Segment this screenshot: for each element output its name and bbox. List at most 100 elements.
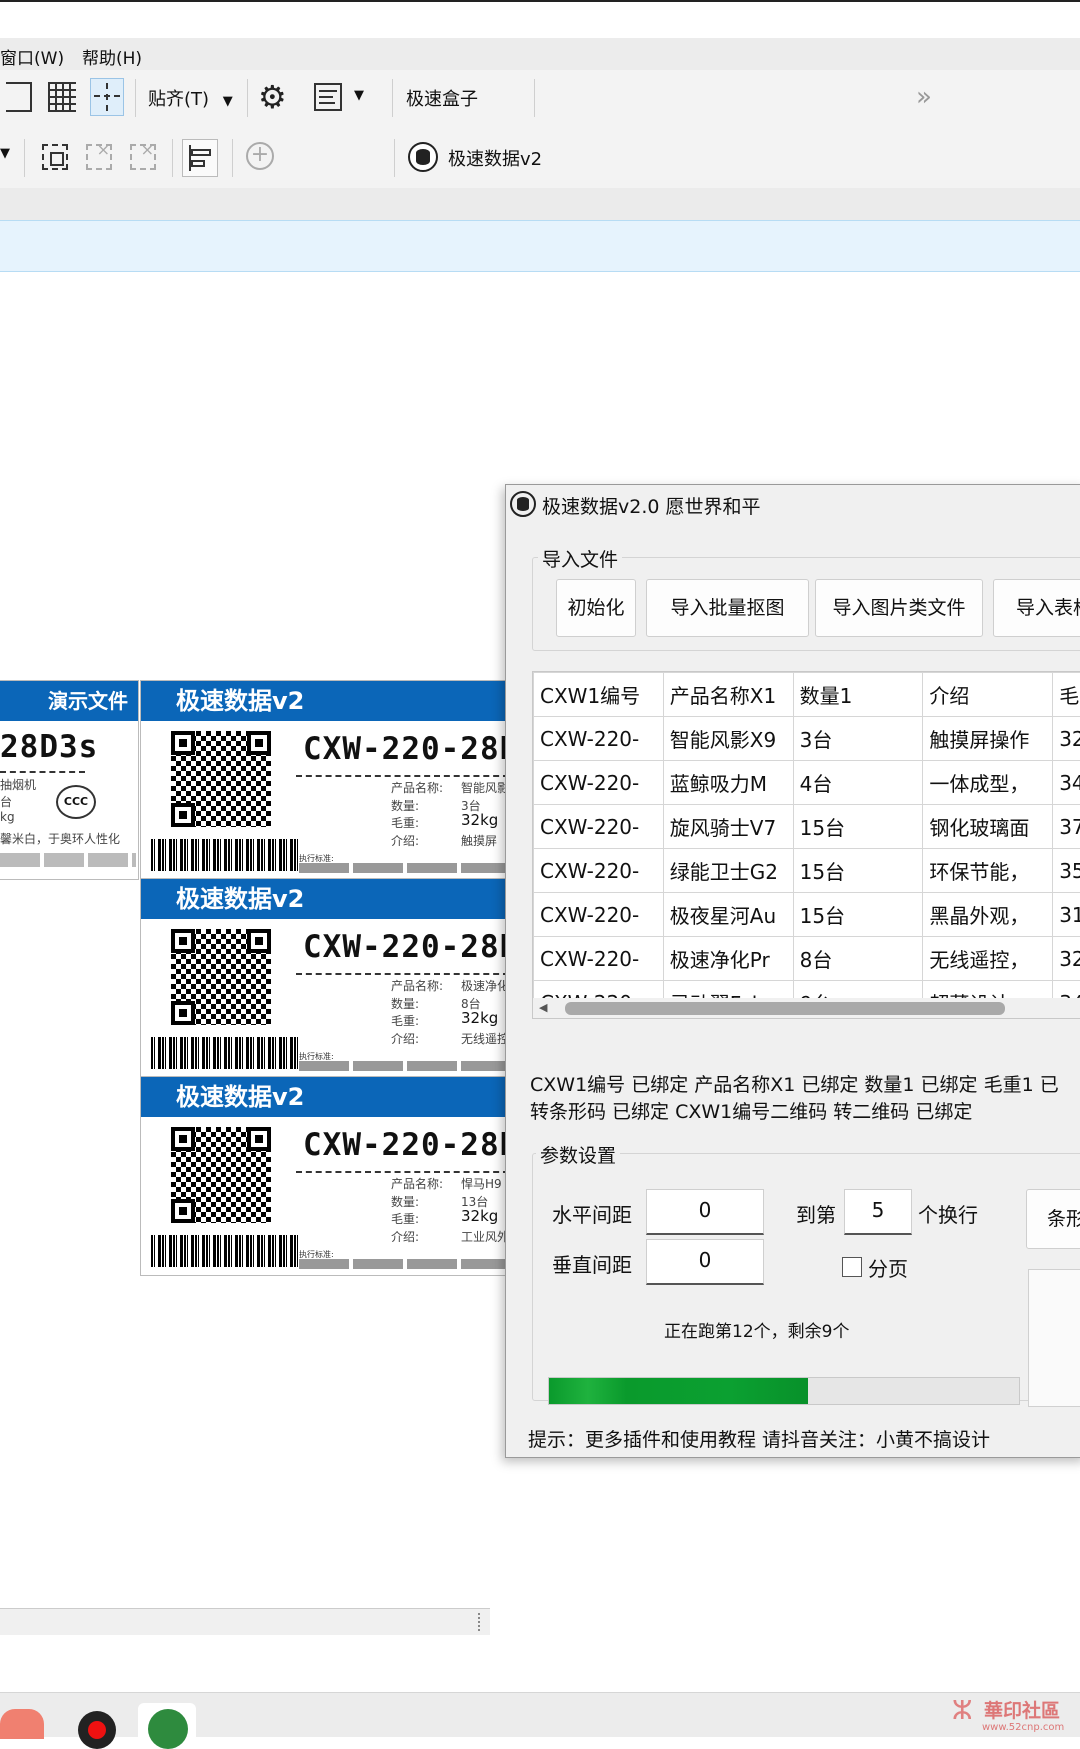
table-row[interactable]: CXW-220-绿能卫士G215台环保节能，35.5kg — [534, 849, 1080, 893]
overflow-chevron-icon[interactable]: » — [916, 82, 932, 112]
menu-window[interactable]: 窗口(W) — [0, 44, 64, 69]
table-row[interactable]: CXW-220-旋风骑士V715台钢化玻璃面37kg — [534, 805, 1080, 849]
label-key: 数量: — [391, 1193, 419, 1210]
label-value: 悍马H9 — [461, 1175, 502, 1192]
column-header[interactable]: 数量1 — [793, 673, 923, 717]
table-cell[interactable]: CXW-220- — [534, 937, 664, 981]
label-key: 产品名称: — [391, 977, 443, 994]
table-cell[interactable]: 一体成型， — [923, 761, 1053, 805]
gear-icon[interactable]: ⚙ — [258, 79, 287, 115]
table-cell[interactable]: 32kg — [1053, 937, 1080, 981]
import-image-files-button[interactable]: 导入图片类文件 — [815, 579, 983, 637]
table-cell[interactable]: 4台 — [793, 761, 923, 805]
column-header[interactable]: 毛重1 — [1053, 673, 1080, 717]
table-row[interactable]: CXW-220-极速净化Pr8台无线遥控，32kg — [534, 937, 1080, 981]
label-header: 极速数据v2 — [141, 681, 509, 721]
table-row[interactable]: CXW-220-极夜星河Au15台黑晶外观，31kg — [534, 893, 1080, 937]
resize-grip-icon[interactable] — [478, 1613, 488, 1631]
column-header[interactable]: 介绍 — [923, 673, 1053, 717]
coreldraw-icon[interactable] — [138, 1703, 196, 1743]
column-header[interactable]: CXW1编号 — [534, 673, 664, 717]
watermark-url: www.52cnp.com — [982, 1722, 1064, 1733]
table-cell[interactable]: 环保节能， — [923, 849, 1053, 893]
add-icon[interactable]: + — [246, 142, 274, 170]
table-cell[interactable]: CXW-220- — [534, 893, 664, 937]
database-icon — [510, 491, 536, 517]
table-cell[interactable]: 15台 — [793, 805, 923, 849]
app-icon[interactable] — [0, 1709, 44, 1739]
table-cell[interactable]: 15台 — [793, 849, 923, 893]
label-value: 触摸屏 — [461, 832, 497, 849]
scrollbar-thumb[interactable] — [565, 1002, 1005, 1015]
title-bar — [0, 0, 1080, 40]
init-button[interactable]: 初始化 — [556, 579, 636, 637]
table-cell[interactable]: 绿能卫士G2 — [663, 849, 793, 893]
label-key: 毛重: — [391, 1012, 419, 1029]
label-code: CXW-220-28D — [303, 929, 519, 965]
table-cell[interactable]: 3台 — [793, 717, 923, 761]
table-cell[interactable]: 15台 — [793, 893, 923, 937]
group-objects-icon[interactable] — [42, 144, 68, 170]
table-cell[interactable]: 钢化玻璃面 — [923, 805, 1053, 849]
label-card[interactable]: 极速数据v2 CXW-220-28D 产品名称: 智能风影 数量: 3台 毛重:… — [140, 680, 510, 880]
table-cell[interactable]: 31kg — [1053, 893, 1080, 937]
table-cell[interactable]: 黑晶外观， — [923, 893, 1053, 937]
canvas-scrollbar[interactable] — [0, 1608, 490, 1635]
label-card[interactable]: 极速数据v2 CXW-220-28D 产品名称: 极速净化 数量: 8台 毛重:… — [140, 878, 510, 1078]
label-card-left[interactable]: 演示文件 28D3s 抽烟机 台 kg 馨米白，于奥环人性化 CCC — [0, 680, 139, 880]
toolbar-separator — [247, 79, 248, 117]
table-cell[interactable]: 触摸屏操作 — [923, 717, 1053, 761]
guides-icon[interactable] — [90, 78, 124, 116]
table-cell[interactable]: 8台 — [793, 937, 923, 981]
plugin-data-v2-button[interactable]: 极速数据v2 — [448, 145, 542, 171]
standards-text — [299, 863, 507, 873]
menu-help[interactable]: 帮助(H) — [82, 44, 142, 69]
label-value: 工业风外 — [461, 1228, 509, 1245]
paginate-checkbox[interactable] — [842, 1257, 862, 1277]
column-header[interactable]: 产品名称X1 — [663, 673, 793, 717]
toolbar-primary: 贴齐(T) ▼ ⚙ ▼ 极速盒子 » — [0, 70, 1080, 129]
chevron-down-icon[interactable]: ▼ — [354, 88, 364, 103]
table-cell[interactable]: 极夜星河Au — [663, 893, 793, 937]
table-cell[interactable]: 极速净化Pr — [663, 937, 793, 981]
toolbar-separator — [392, 79, 393, 117]
grid-icon[interactable] — [48, 82, 76, 112]
import-batch-cutout-button[interactable]: 导入批量抠图 — [646, 579, 809, 637]
table-cell[interactable]: 35.5kg — [1053, 849, 1080, 893]
table-cell[interactable]: 无线遥控， — [923, 937, 1053, 981]
h-spacing-input[interactable]: 0 — [646, 1189, 764, 1235]
label-card[interactable]: 极速数据v2 CXW-220-28D 产品名称: 悍马H9 数量: 13台 毛重… — [140, 1076, 510, 1276]
barcode — [151, 839, 299, 871]
table-cell[interactable]: 旋风骑士V7 — [663, 805, 793, 849]
table-cell[interactable]: 32kg — [1053, 717, 1080, 761]
table-row[interactable]: CXW-220-智能风影X93台触摸屏操作32kg — [534, 717, 1080, 761]
database-icon[interactable] — [408, 142, 438, 172]
plugin-box-button[interactable]: 极速盒子 — [406, 85, 478, 111]
wrap-count-input[interactable]: 5 — [844, 1189, 912, 1235]
toolbar-separator — [232, 139, 233, 177]
table-cell[interactable]: CXW-220- — [534, 849, 664, 893]
paginate-label: 分页 — [868, 1253, 908, 1282]
table-cell[interactable]: 蓝鲸吸力M — [663, 761, 793, 805]
align-icon[interactable] — [182, 139, 218, 177]
table-cell[interactable]: 34kg — [1053, 761, 1080, 805]
table-cell[interactable]: CXW-220- — [534, 717, 664, 761]
dashed-divider — [296, 775, 509, 777]
table-cell[interactable]: CXW-220- — [534, 805, 664, 849]
ungroup-all-icon[interactable]: × — [130, 144, 156, 170]
table-cell[interactable]: 智能风影X9 — [663, 717, 793, 761]
scroll-left-icon[interactable]: ◀ — [539, 1001, 547, 1014]
barcode-button[interactable]: 条形 — [1026, 1189, 1080, 1249]
table-cell[interactable]: CXW-220- — [534, 761, 664, 805]
table-cell[interactable]: 37kg — [1053, 805, 1080, 849]
horizontal-scrollbar[interactable]: ◀ — [533, 998, 1080, 1018]
ungroup-icon[interactable]: × — [86, 144, 112, 170]
v-spacing-input[interactable]: 0 — [646, 1239, 764, 1285]
import-table-button[interactable]: 导入表格 — [993, 579, 1080, 637]
snap-dropdown[interactable]: 贴齐(T) ▼ — [148, 85, 233, 111]
table-row[interactable]: CXW-220-蓝鲸吸力M4台一体成型，34kg — [534, 761, 1080, 805]
chevron-down-icon[interactable]: ▼ — [0, 146, 10, 161]
record-icon[interactable] — [78, 1711, 116, 1749]
ruler-icon[interactable] — [6, 82, 32, 112]
window-options-icon[interactable] — [314, 83, 342, 111]
